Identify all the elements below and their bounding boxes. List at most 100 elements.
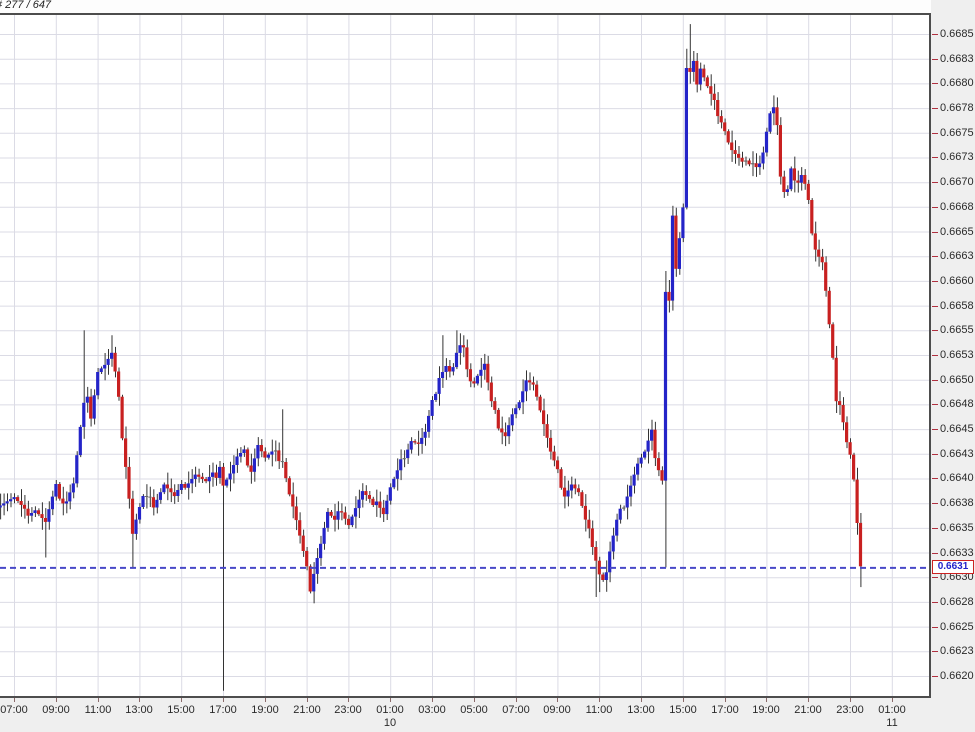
time-axis-tick bbox=[56, 698, 57, 702]
candle bbox=[789, 168, 792, 189]
candle bbox=[849, 442, 852, 455]
time-axis-tick bbox=[307, 698, 308, 702]
candle bbox=[636, 464, 639, 475]
candle bbox=[0, 505, 2, 507]
candle bbox=[497, 410, 500, 429]
price-axis-label: 0.6620 bbox=[940, 670, 974, 682]
price-axis-label: 0.6628 bbox=[940, 596, 974, 608]
time-axis-label: 17:00 bbox=[201, 704, 245, 716]
candle bbox=[521, 391, 524, 402]
time-axis-tick bbox=[139, 698, 140, 702]
candle bbox=[406, 450, 409, 459]
candle bbox=[138, 507, 141, 520]
candle bbox=[758, 164, 761, 168]
price-axis-label: 0.6640 bbox=[940, 472, 974, 484]
candle bbox=[716, 100, 719, 116]
candle bbox=[417, 443, 420, 444]
candle bbox=[779, 125, 782, 177]
candle bbox=[796, 181, 799, 183]
candle bbox=[340, 511, 343, 512]
candle bbox=[451, 367, 454, 371]
price-axis-label: 0.6665 bbox=[940, 226, 974, 238]
price-axis-tick bbox=[932, 404, 938, 405]
bar-counter-text: # 277 / 647 bbox=[0, 0, 51, 11]
candle bbox=[793, 168, 796, 180]
time-axis-tick bbox=[557, 698, 558, 702]
time-axis-label: 07:00 bbox=[494, 704, 538, 716]
candle bbox=[86, 397, 89, 403]
candle bbox=[814, 233, 817, 249]
candle bbox=[371, 499, 374, 505]
time-axis-tick bbox=[850, 698, 851, 702]
candle bbox=[601, 575, 604, 581]
candle bbox=[845, 422, 848, 442]
candle bbox=[486, 364, 489, 383]
candle bbox=[626, 497, 629, 508]
candle bbox=[702, 69, 705, 78]
candle bbox=[204, 479, 207, 481]
candle bbox=[465, 347, 468, 369]
candle bbox=[807, 184, 810, 200]
time-axis-tick bbox=[474, 698, 475, 702]
candle bbox=[103, 365, 106, 369]
price-axis-tick bbox=[932, 133, 938, 134]
candle bbox=[751, 163, 754, 164]
candle bbox=[549, 438, 552, 452]
candle bbox=[44, 518, 47, 522]
candle bbox=[800, 175, 803, 183]
candle bbox=[810, 200, 813, 233]
candle bbox=[208, 477, 211, 481]
candle bbox=[389, 487, 392, 500]
candle bbox=[288, 478, 291, 494]
candle bbox=[455, 353, 458, 367]
date-label: 11 bbox=[870, 717, 914, 729]
candle bbox=[253, 458, 256, 471]
time-axis-label: 21:00 bbox=[786, 704, 830, 716]
price-axis-label: 0.6643 bbox=[940, 448, 974, 460]
candle bbox=[671, 216, 674, 301]
candle bbox=[403, 458, 406, 459]
candle bbox=[117, 372, 120, 397]
candle bbox=[375, 502, 378, 506]
price-axis-tick bbox=[932, 503, 938, 504]
price-axis-label: 0.6625 bbox=[940, 621, 974, 633]
candle bbox=[93, 395, 96, 418]
price-chart-plot[interactable] bbox=[0, 13, 931, 698]
candle bbox=[114, 353, 117, 372]
candle bbox=[699, 69, 702, 85]
candle bbox=[664, 292, 667, 481]
candle bbox=[518, 402, 521, 408]
candle bbox=[472, 381, 475, 383]
price-axis-label: 0.6670 bbox=[940, 176, 974, 188]
candle bbox=[145, 496, 148, 497]
candle bbox=[727, 131, 730, 142]
candle bbox=[13, 497, 16, 499]
candle bbox=[33, 510, 36, 513]
candle bbox=[831, 324, 834, 358]
candle bbox=[124, 438, 127, 467]
candle bbox=[737, 154, 740, 158]
candle bbox=[542, 410, 545, 424]
candle bbox=[410, 441, 413, 450]
time-axis-label: 21:00 bbox=[285, 704, 329, 716]
price-axis-label: 0.6653 bbox=[940, 349, 974, 361]
candle bbox=[26, 509, 29, 516]
time-axis-label: 09:00 bbox=[535, 704, 579, 716]
candle bbox=[692, 61, 695, 72]
candle bbox=[79, 427, 82, 455]
candle bbox=[284, 462, 287, 478]
bar-counter: # 277 / 647 bbox=[0, 0, 931, 13]
candle bbox=[58, 484, 61, 499]
candle bbox=[688, 68, 691, 72]
candle bbox=[431, 400, 434, 416]
candle bbox=[9, 499, 12, 501]
candle bbox=[263, 451, 266, 457]
price-axis-tick bbox=[932, 232, 938, 233]
price-axis-label: 0.6658 bbox=[940, 300, 974, 312]
candle bbox=[741, 158, 744, 162]
time-axis-label: 13:00 bbox=[117, 704, 161, 716]
price-axis-tick bbox=[932, 602, 938, 603]
candle bbox=[765, 132, 768, 153]
price-axis-label: 0.6683 bbox=[940, 53, 974, 65]
candle bbox=[330, 512, 333, 516]
